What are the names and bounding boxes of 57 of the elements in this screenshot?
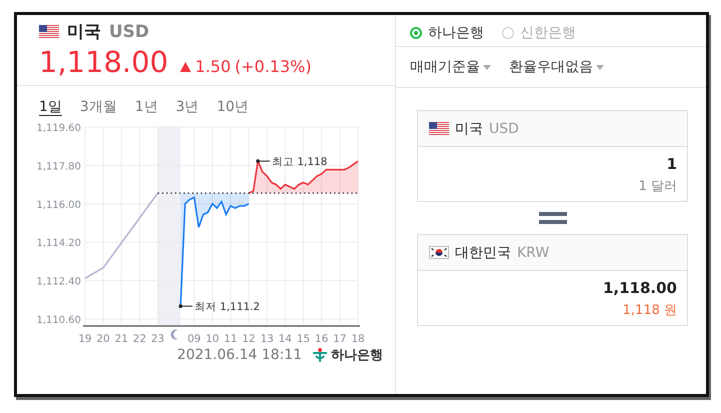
x-tick-label: 16 (314, 333, 328, 342)
rate-dropdown[interactable]: 환율우대없음 (509, 58, 604, 76)
change-percent: (+0.13%) (234, 57, 312, 76)
country-name: 미국 (455, 120, 483, 138)
x-tick-label: 10 (206, 333, 220, 342)
currency-code: USD (109, 22, 150, 42)
flag-icon (429, 122, 449, 135)
period-tab[interactable]: 1일 (39, 98, 62, 116)
bank-radio[interactable]: 하나은행 (410, 20, 484, 46)
leader-line (256, 159, 270, 163)
x-tick-label: 19 (78, 333, 92, 342)
amount: 1,118.00 (602, 279, 677, 297)
period-tab[interactable]: 1년 (134, 98, 158, 116)
x-tick-label: 17 (333, 333, 346, 342)
y-tick-label: 1,117.80 (36, 161, 81, 172)
period-tab[interactable]: 3개월 (80, 98, 117, 116)
amount-in-words: 1 달러 (638, 178, 677, 195)
amount-in-words: 1,118 원 (622, 302, 677, 319)
y-tick-label: 1,119.60 (36, 123, 81, 134)
bank-radio[interactable]: 신한은행 (502, 20, 576, 46)
y-tick-label: 1,116.00 (36, 200, 81, 211)
moon-icon (170, 330, 178, 340)
country-name: 대한민국 (455, 244, 511, 262)
bank-logo-text: 하나은행 (331, 347, 383, 364)
caret-icon (483, 64, 491, 70)
x-tick-label: 12 (242, 333, 256, 342)
rate-dropdown[interactable]: 매매기준율 (410, 58, 491, 76)
point-label: 최고 1,118 (272, 156, 328, 168)
y-tick-label: 1,110.60 (36, 315, 81, 326)
currency-code: KRW (517, 244, 550, 260)
flag-icon (39, 25, 59, 38)
exchange-rate: 1,118.00 (39, 45, 168, 79)
period-tab[interactable]: 3년 (176, 98, 199, 116)
currency-name: 미국 (67, 21, 101, 43)
currency-code: USD (489, 120, 519, 136)
x-tick-label: 14 (278, 333, 292, 342)
x-tick-label: 20 (96, 333, 110, 342)
period-tab[interactable]: 10년 (216, 98, 249, 116)
x-tick-label: 22 (132, 333, 146, 342)
x-tick-label: 21 (114, 333, 128, 342)
x-tick-label: 09 (188, 333, 201, 342)
x-tick-label: 13 (260, 333, 274, 342)
x-tick-label: 18 (351, 333, 365, 342)
equals-icon (538, 212, 566, 224)
change-value: 1.50 (195, 57, 231, 76)
point-label: 최저 1,111.2 (194, 301, 260, 314)
x-tick-label: 15 (296, 333, 310, 342)
x-tick-label: 23 (151, 333, 164, 342)
bank-logo-icon (312, 347, 328, 363)
amount: 1 (666, 155, 677, 173)
caret-icon (596, 64, 604, 70)
leader-line (178, 304, 194, 308)
x-tick-label: 11 (224, 333, 238, 342)
y-tick-label: 1,114.20 (36, 238, 81, 250)
flag-icon (429, 246, 449, 259)
y-tick-label: 1,112.40 (36, 276, 81, 288)
timestamp: 2021.06.14 18:11 (177, 347, 302, 363)
